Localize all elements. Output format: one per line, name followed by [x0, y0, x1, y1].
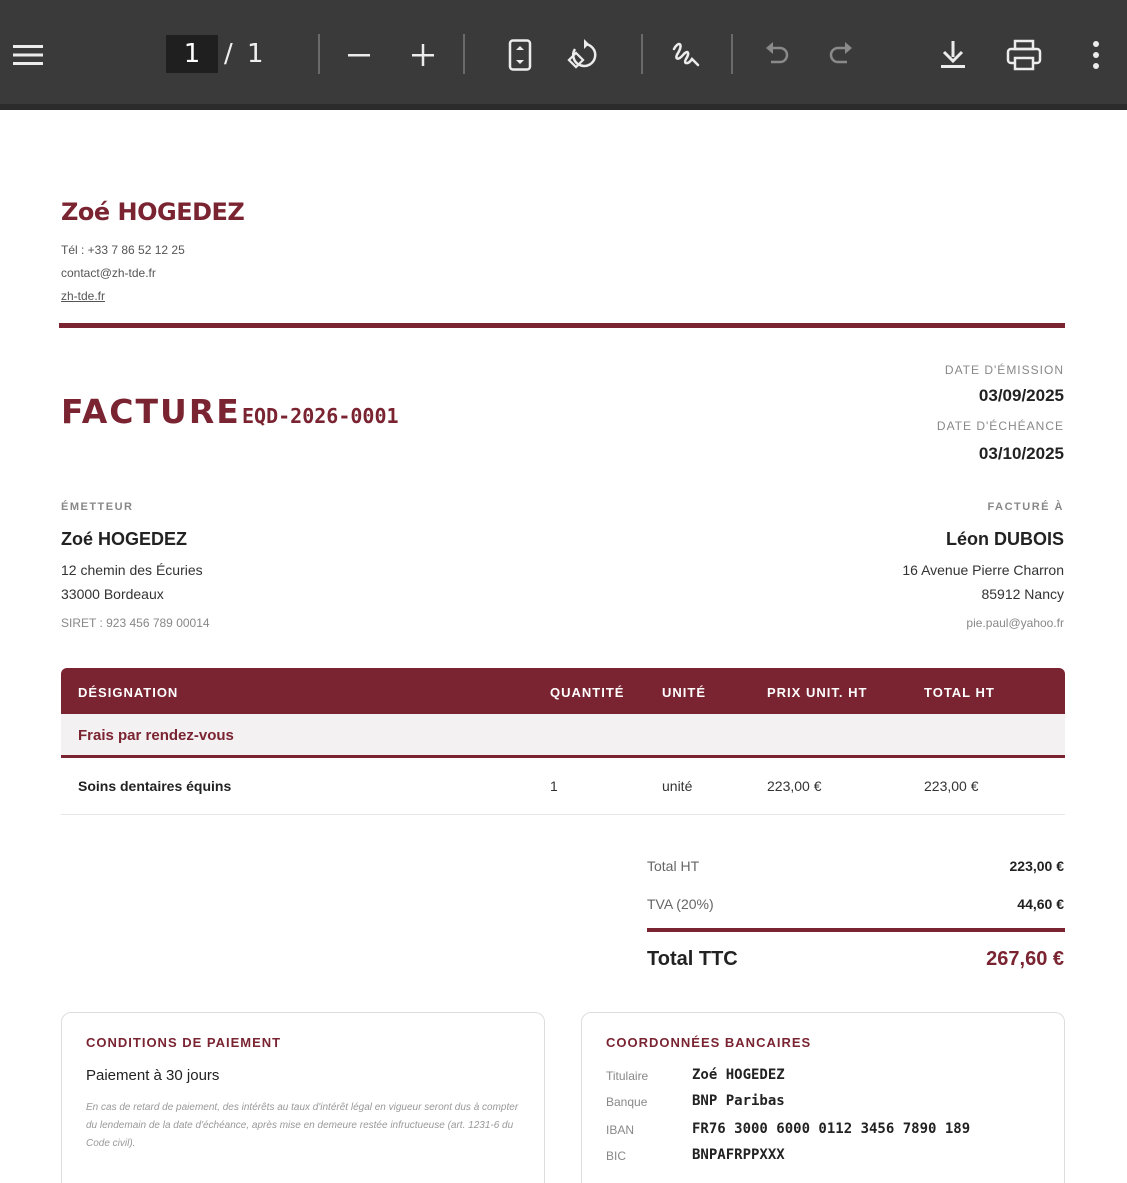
- bic-label: BIC: [606, 1149, 627, 1163]
- zoom-in-icon[interactable]: [408, 37, 438, 73]
- page-total: / 1: [224, 39, 267, 69]
- invoice-number: EQD-2026-0001: [242, 404, 399, 428]
- menu-icon[interactable]: [10, 37, 46, 73]
- fit-page-icon[interactable]: [504, 37, 536, 73]
- bank-name: BNP Paribas: [692, 1093, 785, 1109]
- bank-holder-label: Titulaire: [606, 1069, 649, 1083]
- items-table: DÉSIGNATION QUANTITÉ UNITÉ PRIX UNIT. HT…: [61, 668, 1065, 815]
- bic-value: BNPAFRPPXXX: [692, 1147, 785, 1163]
- row-unit-price: 223,00 €: [767, 778, 822, 794]
- payment-late-note: En cas de retard de paiement, des intérê…: [86, 1102, 519, 1149]
- header-divider: [59, 323, 1065, 328]
- due-date-label: DATE D'ÉCHÉANCE: [936, 419, 1064, 433]
- emitter-siret: SIRET : 923 456 789 00014: [61, 616, 210, 630]
- due-date: 03/10/2025: [978, 444, 1064, 463]
- col-designation: DÉSIGNATION: [78, 685, 179, 700]
- sender-email: contact@zh-tde.fr: [61, 266, 156, 280]
- iban-value: FR76 3000 6000 0112 3456 7890 189: [692, 1121, 971, 1137]
- toolbar-divider: [318, 34, 320, 74]
- bank-holder: Zoé HOGEDEZ: [692, 1067, 785, 1083]
- table-header: DÉSIGNATION QUANTITÉ UNITÉ PRIX UNIT. HT…: [61, 668, 1065, 714]
- sender-phone: Tél : +33 7 86 52 12 25: [61, 243, 185, 257]
- sender-name: Zoé HOGEDEZ: [61, 198, 245, 226]
- emitter-name: Zoé HOGEDEZ: [61, 529, 188, 549]
- col-quantity: QUANTITÉ: [550, 685, 625, 700]
- client-address-line2: 85912 Nancy: [981, 586, 1064, 602]
- issue-date-label: DATE D'ÉMISSION: [944, 363, 1064, 377]
- print-icon[interactable]: [1004, 37, 1044, 73]
- bank-title: COORDONNÉES BANCAIRES: [606, 1035, 812, 1050]
- total-ht-value: 223,00 €: [1009, 858, 1065, 874]
- client-email: pie.paul@yahoo.fr: [966, 616, 1064, 630]
- bank-name-label: Banque: [606, 1095, 648, 1109]
- client-name: Léon DUBOIS: [945, 529, 1064, 549]
- iban-label: IBAN: [606, 1123, 635, 1137]
- rotate-icon[interactable]: [566, 37, 602, 73]
- sender-website-link[interactable]: zh-tde.fr: [61, 289, 105, 303]
- client-label: FACTURÉ À: [987, 501, 1064, 513]
- download-icon[interactable]: [936, 37, 970, 73]
- tva-value: 44,60 €: [1017, 896, 1064, 912]
- total-ttc-label: Total TTC: [647, 948, 738, 970]
- zoom-out-icon[interactable]: [344, 37, 374, 73]
- group-label: Frais par rendez-vous: [78, 727, 234, 744]
- emitter-address-line1: 12 chemin des Écuries: [61, 562, 203, 578]
- draw-icon[interactable]: [668, 37, 704, 73]
- toolbar-divider: [641, 34, 643, 74]
- col-unit-price: PRIX UNIT. HT: [767, 685, 868, 700]
- invoice-page: Zoé HOGEDEZ Tél : +33 7 86 52 12 25 cont…: [0, 116, 1127, 1183]
- row-total: 223,00 €: [924, 778, 979, 794]
- toolbar-divider: [731, 34, 733, 74]
- row-quantity: 1: [550, 778, 558, 794]
- redo-icon[interactable]: [824, 37, 858, 73]
- undo-icon[interactable]: [760, 37, 794, 73]
- issue-date: 03/09/2025: [978, 386, 1064, 405]
- total-ttc-value: 267,60 €: [986, 948, 1064, 970]
- col-total: TOTAL HT: [924, 685, 995, 700]
- emitter-label: ÉMETTEUR: [61, 501, 134, 513]
- col-unit: UNITÉ: [662, 685, 706, 700]
- bank-details-card: COORDONNÉES BANCAIRES Titulaire Zoé HOGE…: [581, 1012, 1065, 1183]
- total-ht-label: Total HT: [647, 858, 700, 874]
- table-group-row: Frais par rendez-vous: [61, 714, 1065, 758]
- emitter-address-line2: 33000 Bordeaux: [61, 586, 164, 602]
- row-designation: Soins dentaires équins: [78, 778, 232, 794]
- table-row: Soins dentaires équins 1 unité 223,00 € …: [61, 758, 1065, 815]
- invoice-title: FACTURE: [61, 392, 241, 431]
- payment-title: CONDITIONS DE PAIEMENT: [86, 1035, 282, 1050]
- more-icon[interactable]: [1084, 37, 1108, 73]
- toolbar-divider: [463, 34, 465, 74]
- row-unit: unité: [662, 778, 693, 794]
- totals-divider: [647, 928, 1065, 932]
- page-number-input[interactable]: 1: [166, 35, 218, 73]
- tva-label: TVA (20%): [647, 896, 714, 912]
- pdf-toolbar: 1 / 1: [0, 0, 1127, 110]
- payment-conditions-card: CONDITIONS DE PAIEMENT Paiement à 30 jou…: [61, 1012, 545, 1183]
- payment-terms: Paiement à 30 jours: [86, 1067, 220, 1084]
- client-address-line1: 16 Avenue Pierre Charron: [902, 562, 1064, 578]
